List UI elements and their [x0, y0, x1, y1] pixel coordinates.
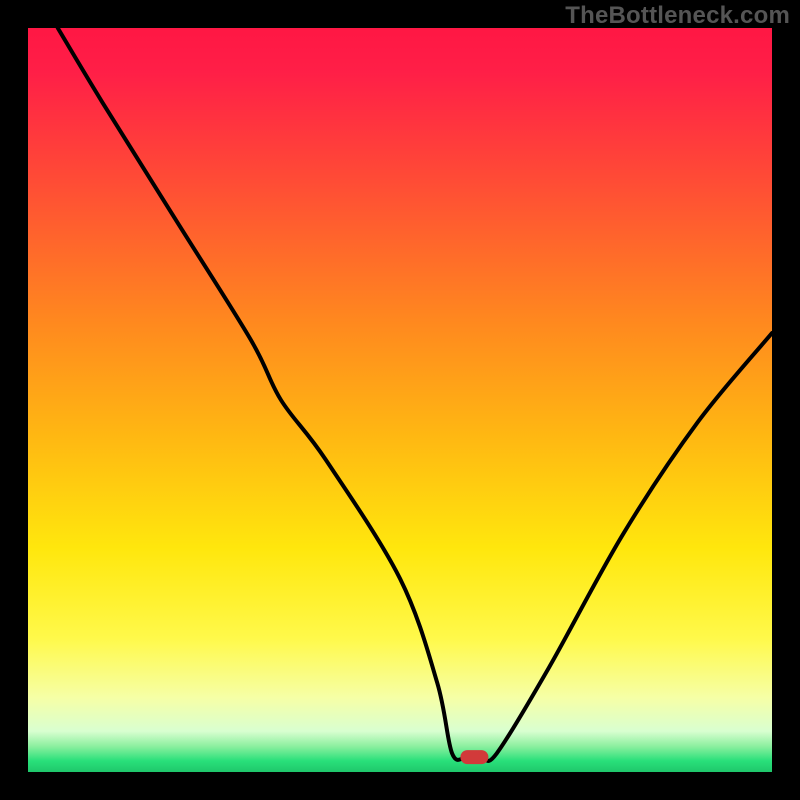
- plot-area: [28, 28, 772, 772]
- gradient-background: [28, 28, 772, 772]
- optimal-point: [460, 750, 488, 764]
- watermark-text: TheBottleneck.com: [565, 2, 790, 30]
- chart-frame: TheBottleneck.com: [0, 0, 800, 800]
- bottleneck-chart: [28, 28, 772, 772]
- chart-markers: [460, 750, 488, 764]
